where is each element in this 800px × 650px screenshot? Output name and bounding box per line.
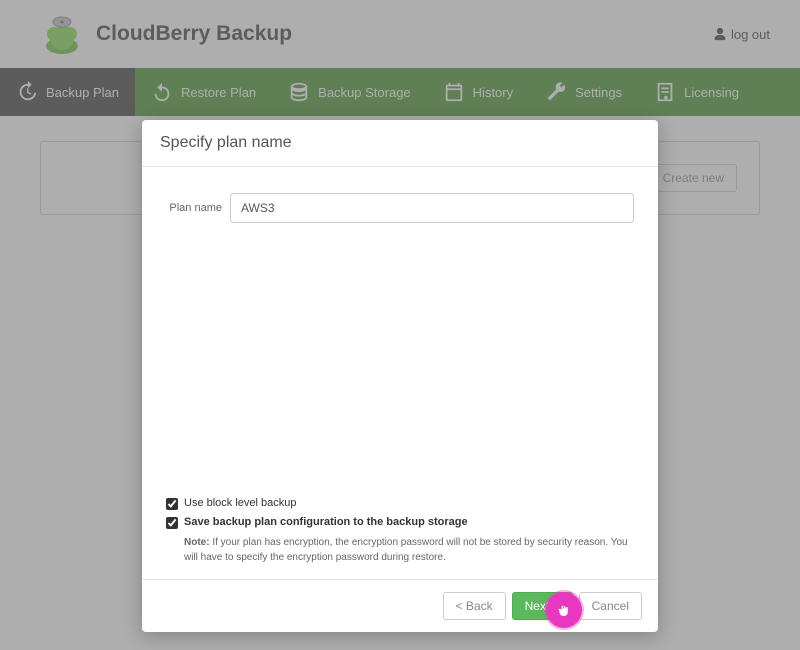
save-config-checkbox[interactable] [166,517,178,529]
plan-name-input[interactable] [230,193,634,223]
plan-name-label: Plan name [166,202,222,214]
save-config-option[interactable]: Save backup plan configuration to the ba… [166,516,634,529]
note-prefix: Note: [184,537,210,548]
modal-body: Plan name [142,167,658,497]
back-button[interactable]: < Back [443,592,506,620]
note-text: If your plan has encryption, the encrypt… [184,537,628,563]
next-button[interactable]: Next > [512,592,573,620]
specify-plan-name-modal: Specify plan name Plan name Use block le… [142,120,658,632]
modal-title: Specify plan name [142,120,658,167]
save-config-label: Save backup plan configuration to the ba… [184,516,468,528]
modal-footer: < Back Next > Cancel [142,579,658,632]
cancel-button[interactable]: Cancel [579,592,642,620]
use-block-level-label: Use block level backup [184,497,297,509]
plan-name-row: Plan name [166,193,634,223]
options-block: Use block level backup Save backup plan … [142,497,658,579]
modal-overlay: Specify plan name Plan name Use block le… [0,0,800,650]
use-block-level-checkbox[interactable] [166,498,178,510]
use-block-level-option[interactable]: Use block level backup [166,497,634,510]
save-config-note: Note: If your plan has encryption, the e… [184,535,634,565]
